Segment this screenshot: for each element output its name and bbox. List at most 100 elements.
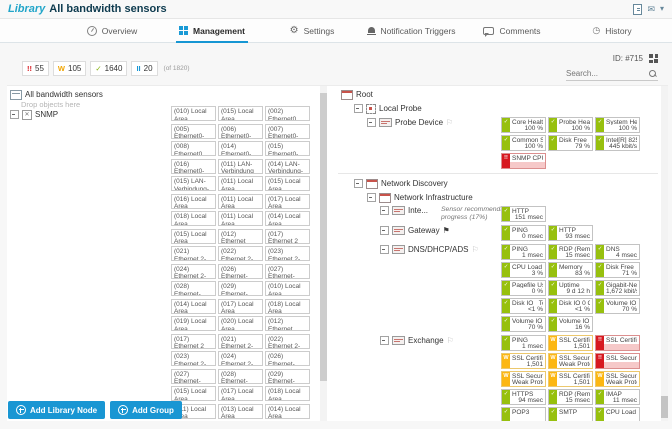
- library-item[interactable]: (021) Ethernet 2-Network: [171, 246, 216, 261]
- tree-row-network-discovery[interactable]: Network Discovery: [338, 178, 658, 189]
- sensor-chip-cpu-load[interactable]: ✓ CPU Load: [595, 407, 640, 421]
- sensor-chip-pagefile-us[interactable]: ✓Pagefile Us...0 %: [501, 280, 546, 296]
- collapse-expander-icon[interactable]: [380, 226, 389, 235]
- library-item[interactable]: (017) Local Area: [265, 193, 310, 209]
- sensor-chip-pop3[interactable]: ✓ POP3: [501, 407, 546, 421]
- sensor-chip-common-s[interactable]: ✓Common S...100 %: [501, 135, 546, 151]
- sensor-chip-rdp-rem[interactable]: ✓RDP (Rem...15 msec: [548, 389, 593, 405]
- library-item[interactable]: (015) Ethernet0-QoS Packet: [265, 141, 310, 156]
- sensor-chip-ping[interactable]: ✓ PING 1 msec: [501, 335, 546, 351]
- library-item[interactable]: (012) Ethernet Traffic: [265, 316, 310, 331]
- collapse-expander-icon[interactable]: [367, 193, 376, 202]
- collapse-expander-icon[interactable]: [380, 245, 389, 254]
- collapse-expander-icon[interactable]: [10, 110, 19, 119]
- sensor-chip-core-health[interactable]: ✓Core Health100 %: [501, 117, 546, 133]
- sensor-chip-snmp-cpu[interactable]: !!SNMP CPU...: [501, 153, 546, 169]
- library-item[interactable]: (023) Ethernet 2-WFP 802.3: [171, 351, 216, 366]
- library-item[interactable]: (012) Ethernet Traffic: [218, 228, 263, 244]
- sensor-chip-ping[interactable]: ✓ PING 0 msec: [501, 225, 546, 241]
- tab-comments[interactable]: Comments: [462, 19, 562, 42]
- library-item[interactable]: (018) Local Area: [171, 211, 216, 226]
- mail-icon[interactable]: ✉: [647, 4, 655, 14]
- collapse-expander-icon[interactable]: [380, 206, 389, 215]
- sensor-chip-ssl-securi[interactable]: !!SSL Securi...: [595, 353, 640, 369]
- search-input[interactable]: [566, 68, 646, 78]
- library-item[interactable]: (018) Local Area: [265, 298, 310, 314]
- library-item[interactable]: (011) LAN-Verbindung: [218, 158, 263, 174]
- sensor-chip-cpu-load[interactable]: ✓ CPU Load 3 %: [501, 262, 546, 278]
- sensor-chip-intel-r-825[interactable]: ✓Intel[R] 825...445 kbit/s: [595, 135, 640, 151]
- sensor-chip-ssl-securi[interactable]: WSSL Securi...Weak Proto...: [501, 371, 546, 387]
- library-item[interactable]: (005) Ethernet0-WFP Native: [171, 123, 216, 139]
- library-item[interactable]: (024) Ethernet 2-WFP Native: [171, 263, 216, 279]
- library-item[interactable]: (014) Local Area: [171, 298, 216, 314]
- sensor-chip-gigabit-net[interactable]: ✓Gigabit-Net...1,672 kbit/s: [595, 280, 640, 296]
- library-item[interactable]: (008) Ethernet0 Traffic: [171, 141, 216, 156]
- library-item[interactable]: (011) Local Area: [218, 211, 263, 226]
- library-item[interactable]: (015) Local Area: [171, 386, 216, 401]
- left-scrollbar-thumb[interactable]: [320, 93, 327, 381]
- sensor-chip-system-he[interactable]: ✓System He...100 %: [595, 117, 640, 133]
- library-item[interactable]: (019) Local Area: [171, 316, 216, 331]
- status-badge-down[interactable]: !! 55: [22, 61, 49, 76]
- library-item[interactable]: (015) Local Area: [218, 106, 263, 121]
- library-item[interactable]: (017) Ethernet 2 Traffic: [171, 333, 216, 349]
- right-panel-scrollbar[interactable]: [661, 86, 668, 421]
- library-node-snmp[interactable]: SNMP: [10, 109, 103, 120]
- sensor-chip-volume-io[interactable]: ✓Volume IO ...70 %: [501, 316, 546, 332]
- sensor-chip-memory[interactable]: ✓ Memory 83 %: [548, 262, 593, 278]
- sensor-chip-ping[interactable]: ✓ PING 1 msec: [501, 244, 546, 260]
- library-item[interactable]: (016) Local Area: [171, 193, 216, 209]
- tab-overview[interactable]: Overview: [62, 19, 162, 42]
- library-item[interactable]: (015) Local Area: [265, 176, 310, 191]
- library-item[interactable]: (014) LAN-Verbindung-QoS: [265, 158, 310, 174]
- library-item[interactable]: (028) Ethernet-WFP 802.3: [171, 281, 216, 296]
- sensor-chip-imap[interactable]: ✓ IMAP 11 msec: [595, 389, 640, 405]
- sensor-chip-probe-heal[interactable]: ✓Probe Heal...100 %: [548, 117, 593, 133]
- library-item[interactable]: (015) Local Area: [171, 228, 216, 244]
- library-item[interactable]: (007) Ethernet0-WFP 802.3: [265, 123, 310, 139]
- sensor-chip-volume-io[interactable]: ✓Volume IO ...16 %: [548, 316, 593, 332]
- sensor-chip-smtp[interactable]: ✓ SMTP: [548, 407, 593, 421]
- sensor-chip-ssl-certifi[interactable]: WSSL Certifi...1,501: [501, 353, 546, 369]
- library-item[interactable]: (010) Local Area: [265, 281, 310, 296]
- tab-settings[interactable]: ⚙ Settings: [262, 19, 362, 42]
- library-item[interactable]: (010) Local Area: [171, 106, 216, 121]
- sensor-chip-ssl-securi[interactable]: WSSL Securi...Weak Proto...: [595, 371, 640, 387]
- library-item[interactable]: (015) LAN-Verbindung-: [171, 176, 216, 191]
- sensor-chip-disk-io-0-c[interactable]: ✓Disk IO 0 C:<1 %: [548, 298, 593, 314]
- sensor-chip-ssl-securi[interactable]: WSSL Securi...Weak Proto...: [548, 353, 593, 369]
- library-root-node[interactable]: All bandwidth sensors: [10, 89, 103, 100]
- collapse-expander-icon[interactable]: [367, 118, 376, 127]
- tab-notification-triggers[interactable]: Notification Triggers: [362, 19, 462, 42]
- status-badge-warning[interactable]: W 105: [52, 61, 87, 76]
- sensor-chip-ssl-certifi[interactable]: WSSL Certifi...1,501: [548, 371, 593, 387]
- library-item[interactable]: (027) Ethernet-QoS Packet: [265, 263, 310, 279]
- sensor-chip-disk-free[interactable]: ✓ Disk Free 71 %: [595, 262, 640, 278]
- tab-history[interactable]: ◷ History: [562, 19, 662, 42]
- library-item[interactable]: (022) Ethernet 2-QoS Packet: [265, 333, 310, 349]
- tree-row-root[interactable]: Root: [338, 89, 658, 100]
- flag-icon[interactable]: ⚐: [447, 336, 454, 345]
- sensor-chip-https[interactable]: ✓ HTTPS 94 msec: [501, 389, 546, 405]
- sensor-chip-disk-io-to[interactable]: ✓Disk IO _To...<1 %: [501, 298, 546, 314]
- add-group-button[interactable]: Add Group: [110, 401, 182, 419]
- library-item[interactable]: (011) Local Area: [218, 176, 263, 191]
- tab-management[interactable]: Management: [162, 19, 262, 43]
- library-item[interactable]: (023) Ethernet 2-WFP 802.3: [265, 246, 310, 261]
- library-item[interactable]: (020) Local Area: [218, 316, 263, 331]
- library-item[interactable]: (024) Ethernet 2-WFP Native: [218, 351, 263, 366]
- sensor-chip-ssl-certifi[interactable]: !!SSL Certifi...: [595, 335, 640, 351]
- library-item[interactable]: (002) Ethernet0 Traffic: [265, 106, 310, 121]
- sensor-chip-volume-io[interactable]: ✓Volume IO ...70 %: [595, 298, 640, 314]
- qr-code-icon[interactable]: [649, 54, 658, 63]
- sensor-chip-dns[interactable]: ✓ DNS 4 msec: [595, 244, 640, 260]
- flag-icon[interactable]: ⚐: [446, 118, 453, 127]
- sensor-chip-http[interactable]: ✓ HTTP 93 msec: [548, 225, 593, 241]
- library-item[interactable]: (029) Ethernet-WFP Native: [265, 368, 310, 384]
- library-item[interactable]: (011) Local Area: [218, 193, 263, 209]
- library-item[interactable]: (027) Ethernet-QoS Packet: [171, 368, 216, 384]
- library-item[interactable]: (017) Ethernet 2 Traffic: [265, 228, 310, 244]
- library-item[interactable]: (006) Ethernet0-QoS Packet: [218, 123, 263, 139]
- flag-icon[interactable]: ⚑: [443, 226, 450, 235]
